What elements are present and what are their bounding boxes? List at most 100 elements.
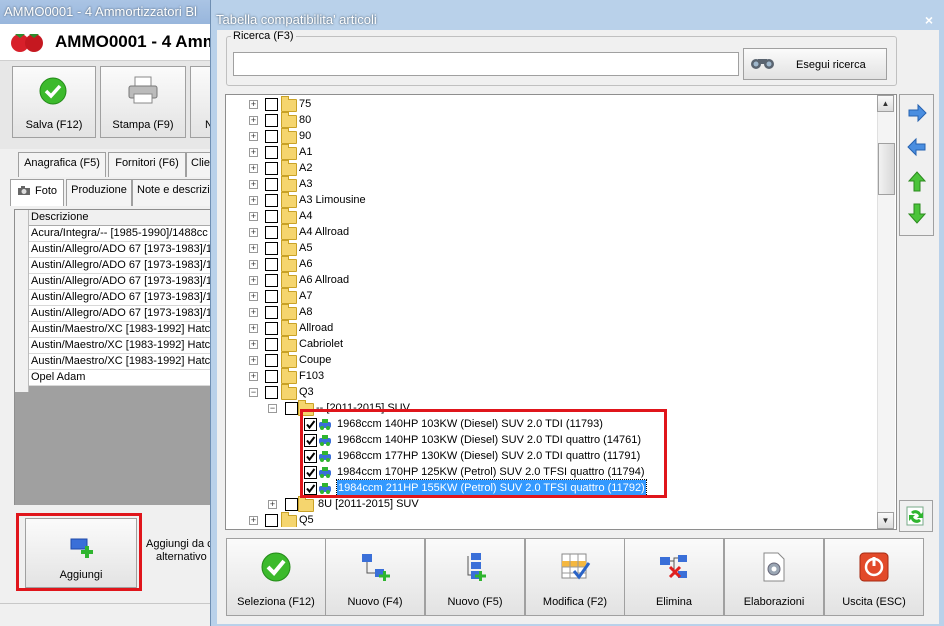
model-checkbox[interactable] xyxy=(265,290,278,303)
status-divider xyxy=(0,603,214,604)
tree-item-label[interactable]: A6 Allroad xyxy=(299,272,349,288)
tree-item-label[interactable]: A6 xyxy=(299,256,312,272)
tree-item-label[interactable]: Allroad xyxy=(299,320,333,336)
model-checkbox[interactable] xyxy=(265,386,278,399)
folder-icon xyxy=(281,208,297,224)
refresh-button[interactable] xyxy=(899,500,933,532)
model-checkbox[interactable] xyxy=(265,306,278,319)
model-checkbox[interactable] xyxy=(265,178,278,191)
expand-icon[interactable]: + xyxy=(249,132,258,141)
expand-icon[interactable]: + xyxy=(249,372,258,381)
model-checkbox[interactable] xyxy=(265,370,278,383)
model-checkbox[interactable] xyxy=(265,274,278,287)
folder-icon xyxy=(281,112,297,128)
folder-icon xyxy=(281,512,297,527)
expand-icon[interactable]: + xyxy=(249,212,258,221)
new-f4-button[interactable]: Nuovo (F4) xyxy=(325,538,425,616)
edit-grid-icon xyxy=(561,553,591,580)
expand-icon[interactable]: + xyxy=(249,260,258,269)
processing-button[interactable]: Elaborazioni xyxy=(724,538,824,616)
arrow-down-icon[interactable] xyxy=(902,199,932,229)
document-gear-icon xyxy=(763,552,785,582)
tree-item-label[interactable]: A4 xyxy=(299,208,312,224)
tree-item-label[interactable]: 80 xyxy=(299,112,311,128)
model-checkbox[interactable] xyxy=(265,130,278,143)
tree-item-label[interactable]: Cabriolet xyxy=(299,336,343,352)
folder-icon xyxy=(281,336,297,352)
expand-icon[interactable]: + xyxy=(249,100,258,109)
exit-button-label: Uscita (ESC) xyxy=(842,596,906,608)
expand-icon[interactable]: + xyxy=(249,164,258,173)
expand-icon[interactable]: + xyxy=(249,308,258,317)
arrow-right-icon[interactable] xyxy=(902,98,932,128)
arrow-up-icon[interactable] xyxy=(902,166,932,196)
folder-icon xyxy=(281,288,297,304)
model-checkbox[interactable] xyxy=(265,162,278,175)
tree-item-label[interactable]: A8 xyxy=(299,304,312,320)
expand-icon[interactable]: + xyxy=(249,516,258,525)
expand-icon[interactable]: + xyxy=(249,356,258,365)
model-checkbox[interactable] xyxy=(265,210,278,223)
collapse-icon[interactable]: − xyxy=(249,388,258,397)
scroll-down-arrow-icon[interactable]: ▼ xyxy=(877,512,894,529)
expand-icon[interactable]: + xyxy=(249,276,258,285)
expand-icon[interactable]: + xyxy=(249,196,258,205)
expand-icon[interactable]: + xyxy=(249,340,258,349)
tree-item-label[interactable]: A5 xyxy=(299,240,312,256)
select-button[interactable]: Seleziona (F12) xyxy=(226,538,326,616)
arrow-left-icon[interactable] xyxy=(902,132,932,162)
expand-icon[interactable]: + xyxy=(249,292,258,301)
exit-button[interactable]: Uscita (ESC) xyxy=(824,538,924,616)
tree-item-label[interactable]: A3 Limousine xyxy=(299,192,366,208)
model-checkbox[interactable] xyxy=(265,258,278,271)
checkmark-icon xyxy=(261,552,291,582)
tree-item-label[interactable]: A4 Allroad xyxy=(299,224,349,240)
model-checkbox[interactable] xyxy=(265,146,278,159)
expand-icon[interactable]: + xyxy=(249,116,258,125)
collapse-icon[interactable]: − xyxy=(268,404,277,413)
folder-icon xyxy=(281,352,297,368)
new-f5-button-label: Nuovo (F5) xyxy=(447,596,503,608)
tree-item-label[interactable]: A7 xyxy=(299,288,312,304)
tree-item-label[interactable]: Coupe xyxy=(299,352,331,368)
model-checkbox[interactable] xyxy=(265,194,278,207)
expand-icon[interactable]: + xyxy=(268,500,277,509)
tree-group-label[interactable]: 8U [2011-2015] SUV xyxy=(318,496,419,512)
tree-item-label[interactable]: Q5 xyxy=(299,512,314,527)
group-checkbox[interactable] xyxy=(285,402,298,415)
new-f5-button[interactable]: Nuovo (F5) xyxy=(425,538,525,616)
tree-item-label[interactable]: F103 xyxy=(299,368,324,384)
model-checkbox[interactable] xyxy=(265,242,278,255)
tree-item-label[interactable]: 90 xyxy=(299,128,311,144)
folder-icon xyxy=(298,496,314,512)
model-checkbox[interactable] xyxy=(265,98,278,111)
expand-icon[interactable]: + xyxy=(249,324,258,333)
group-checkbox[interactable] xyxy=(285,498,298,511)
scroll-thumb[interactable] xyxy=(878,143,895,195)
select-button-label: Seleziona (F12) xyxy=(237,596,315,608)
tree-item-label[interactable]: A3 xyxy=(299,176,312,192)
tree-item-label[interactable]: Q3 xyxy=(299,384,314,400)
model-checkbox[interactable] xyxy=(265,514,278,527)
tree-item-label[interactable]: 75 xyxy=(299,96,311,112)
expand-icon[interactable]: + xyxy=(249,228,258,237)
folder-icon xyxy=(281,368,297,384)
close-icon[interactable]: × xyxy=(920,12,938,28)
scroll-up-arrow-icon[interactable]: ▲ xyxy=(877,95,894,112)
edit-button-label: Modifica (F2) xyxy=(542,596,608,608)
expand-icon[interactable]: + xyxy=(249,148,258,157)
model-checkbox[interactable] xyxy=(265,226,278,239)
expand-icon[interactable]: + xyxy=(249,244,258,253)
tree-item-label[interactable]: A1 xyxy=(299,144,312,160)
model-checkbox[interactable] xyxy=(265,322,278,335)
tree-add-node-icon xyxy=(362,554,390,581)
model-checkbox[interactable] xyxy=(265,114,278,127)
model-checkbox[interactable] xyxy=(265,354,278,367)
model-checkbox[interactable] xyxy=(265,338,278,351)
edit-button[interactable]: Modifica (F2) xyxy=(525,538,625,616)
delete-button[interactable]: Elimina xyxy=(624,538,724,616)
tree-item-label[interactable]: A2 xyxy=(299,160,312,176)
delete-button-label: Elimina xyxy=(655,596,693,608)
add-alt-label-1: Aggiungi da c xyxy=(146,538,213,550)
expand-icon[interactable]: + xyxy=(249,180,258,189)
